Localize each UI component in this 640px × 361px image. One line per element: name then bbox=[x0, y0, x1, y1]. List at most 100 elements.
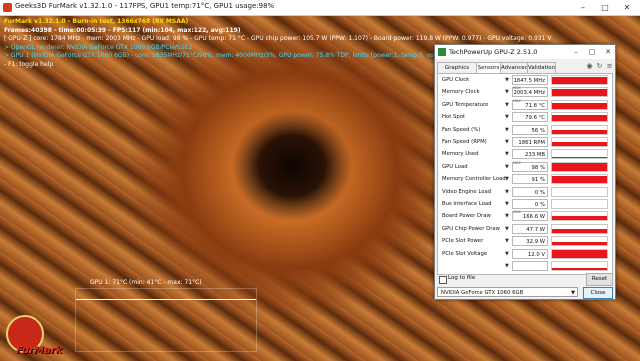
chevron-down-icon[interactable]: ▼ bbox=[505, 251, 509, 257]
chevron-down-icon[interactable]: ▼ bbox=[505, 139, 509, 145]
sensor-graph bbox=[551, 199, 608, 209]
sensor-label[interactable]: PCIe Slot Power bbox=[442, 237, 502, 246]
sensor-graph-fill bbox=[552, 228, 607, 233]
sensor-row: PCIe Slot Power ▼ 32.9 W bbox=[438, 235, 612, 247]
close-button[interactable]: Close bbox=[583, 287, 613, 299]
reset-button[interactable]: Reset bbox=[586, 273, 613, 286]
close-icon[interactable]: ✕ bbox=[616, 0, 638, 15]
sensor-value: 12.0 V bbox=[512, 248, 548, 259]
sensor-row: Bus Interface Load ▼ 0 % bbox=[438, 198, 612, 210]
sensor-row: Fan Speed (%) ▼ 56 % bbox=[438, 124, 612, 136]
gpu-select-value: NVIDIA GeForce GTX 1060 6GB bbox=[441, 290, 524, 296]
sensor-value: 1861 RPM bbox=[512, 137, 548, 147]
chevron-down-icon[interactable]: ▼ bbox=[505, 77, 509, 83]
chevron-down-icon[interactable]: ▼ bbox=[505, 89, 509, 95]
gpuz-window: TechPowerUp GPU-Z 2.51.0 – □ ✕ Graphics … bbox=[434, 44, 616, 300]
sensor-value: 79.6 °C bbox=[512, 112, 548, 123]
sensor-list[interactable]: GPU Clock ▼ 1847.5 MHz Memory Clock ▼ 2003.4 … bbox=[437, 73, 613, 275]
sensor-label[interactable]: PCIe Slot Voltage bbox=[442, 250, 502, 259]
chevron-down-icon[interactable]: ▼ bbox=[505, 226, 509, 232]
sensor-value: 47.7 W bbox=[512, 223, 548, 234]
furmark-titlebar[interactable]: Geeks3D FurMark v1.32.1.0 - 117FPS, GPU1… bbox=[0, 0, 640, 16]
sensor-label[interactable]: Memory Used bbox=[442, 150, 502, 159]
tab-graphics-card[interactable]: Graphics Card bbox=[437, 62, 477, 81]
hud-line-frames: Frames:40398 - time:00:05:39 - FPS:117 (… bbox=[4, 26, 241, 34]
chevron-down-icon[interactable]: ▼ bbox=[505, 164, 509, 170]
gpuz-titlebar[interactable]: TechPowerUp GPU-Z 2.51.0 – □ ✕ bbox=[435, 45, 615, 59]
gpu-select-dropdown[interactable]: NVIDIA GeForce GTX 1060 6GB ▼ bbox=[437, 287, 578, 297]
camera-icon[interactable]: ◉ bbox=[585, 62, 594, 71]
sensor-label[interactable]: Fan Speed (%) bbox=[442, 126, 502, 135]
sensor-graph bbox=[551, 261, 608, 271]
chevron-down-icon: ▼ bbox=[571, 290, 575, 296]
sensor-graph-fill bbox=[552, 89, 607, 97]
sensor-graph-fill bbox=[552, 76, 607, 84]
sensor-value: 56 % bbox=[512, 124, 548, 135]
sensor-graph bbox=[551, 137, 608, 147]
sensor-label[interactable]: GPU Temperature bbox=[442, 101, 502, 110]
sensor-graph bbox=[551, 112, 608, 123]
sensor-graph bbox=[551, 124, 608, 135]
sensor-label[interactable]: Bus Interface Load bbox=[442, 200, 502, 209]
chevron-down-icon[interactable]: ▼ bbox=[505, 127, 509, 133]
chevron-down-icon[interactable]: ▼ bbox=[505, 238, 509, 244]
sensor-label[interactable]: Board Power Draw bbox=[442, 212, 502, 221]
sensor-label[interactable]: GPU Clock bbox=[442, 76, 502, 85]
chevron-down-icon[interactable]: ▼ bbox=[505, 102, 509, 108]
log-to-file-label: Log to file bbox=[448, 275, 476, 281]
sensor-row: PCIe Slot Voltage ▼ 12.0 V bbox=[438, 248, 612, 260]
log-to-file-checkbox[interactable] bbox=[439, 276, 447, 284]
close-icon[interactable]: ✕ bbox=[601, 46, 615, 58]
sensor-label[interactable]: Memory Controller Load bbox=[442, 175, 506, 184]
sensor-graph-fill bbox=[552, 250, 607, 258]
furmark-logo-text: FurMark bbox=[16, 345, 63, 356]
gpuz-window-title: TechPowerUp GPU-Z 2.51.0 bbox=[449, 48, 538, 56]
chevron-down-icon[interactable]: ▼ bbox=[505, 189, 509, 195]
menu-icon[interactable]: ≡ bbox=[605, 62, 614, 71]
tab-advanced[interactable]: Advanced bbox=[500, 62, 528, 73]
sensor-row: GPU Load ▼ 98 % MAX bbox=[438, 161, 612, 173]
temperature-graph-label: GPU 1: 71°C (min: 41°C - max: 71°C) bbox=[90, 279, 202, 286]
temperature-graph bbox=[75, 288, 257, 352]
maximize-icon[interactable]: □ bbox=[585, 46, 599, 58]
sensor-graph-fill bbox=[552, 141, 607, 146]
chevron-down-icon[interactable]: ▼ bbox=[505, 151, 509, 157]
chevron-down-icon[interactable]: ▼ bbox=[505, 114, 509, 120]
minimize-icon[interactable]: – bbox=[572, 0, 594, 15]
chevron-down-icon[interactable]: ▼ bbox=[505, 176, 509, 182]
hud-line-gpuz: [ GPU-Z ] core: 1784 MHz - mem: 2003 MHz… bbox=[4, 35, 552, 42]
tab-validation[interactable]: Validation bbox=[527, 62, 556, 73]
refresh-icon[interactable]: ↻ bbox=[595, 62, 604, 71]
sensor-row: Memory Controller Load ▼ 91 % bbox=[438, 173, 612, 185]
temperature-graph-line bbox=[76, 299, 256, 300]
maximize-icon[interactable]: □ bbox=[594, 0, 616, 15]
sensor-label[interactable]: GPU Load bbox=[442, 163, 502, 172]
sensor-graph bbox=[551, 248, 608, 259]
minimize-icon[interactable]: – bbox=[569, 46, 583, 58]
sensor-label[interactable]: Video Engine Load bbox=[442, 188, 502, 197]
sensor-graph bbox=[551, 149, 608, 160]
chevron-down-icon[interactable]: ▼ bbox=[505, 213, 509, 219]
sensor-graph bbox=[551, 75, 608, 85]
sensor-graph bbox=[551, 87, 608, 98]
sensor-label[interactable] bbox=[442, 262, 502, 271]
sensor-row: ▼ bbox=[438, 260, 612, 272]
sensor-graph bbox=[551, 99, 608, 110]
sensor-label[interactable]: GPU Chip Power Draw bbox=[442, 225, 502, 234]
sensor-row: GPU Clock ▼ 1847.5 MHz bbox=[438, 74, 612, 86]
sensor-label[interactable]: Hot Spot bbox=[442, 113, 502, 122]
chevron-down-icon[interactable]: ▼ bbox=[505, 201, 509, 207]
sensor-row: Memory Used ▼ 233 MB bbox=[438, 148, 612, 160]
sensor-row: Hot Spot ▼ 79.6 °C bbox=[438, 111, 612, 123]
sensor-row: Video Engine Load ▼ 0 % bbox=[438, 186, 612, 198]
sensor-row: GPU Temperature ▼ 71.8 °C MAX bbox=[438, 99, 612, 111]
max-badge: MAX bbox=[513, 210, 521, 215]
furmark-app-icon bbox=[3, 3, 12, 12]
chevron-down-icon[interactable]: ▼ bbox=[505, 263, 509, 269]
sensor-graph-fill bbox=[552, 176, 607, 184]
sensor-graph-fill bbox=[552, 163, 607, 171]
sensor-label[interactable]: Fan Speed (RPM) bbox=[442, 138, 502, 147]
sensor-row: Fan Speed (RPM) ▼ 1861 RPM bbox=[438, 136, 612, 148]
sensor-label[interactable]: Memory Clock bbox=[442, 88, 502, 97]
hud-line-title: FurMark v1.32.1.0 - Burn-in test, 1366x7… bbox=[4, 18, 189, 25]
